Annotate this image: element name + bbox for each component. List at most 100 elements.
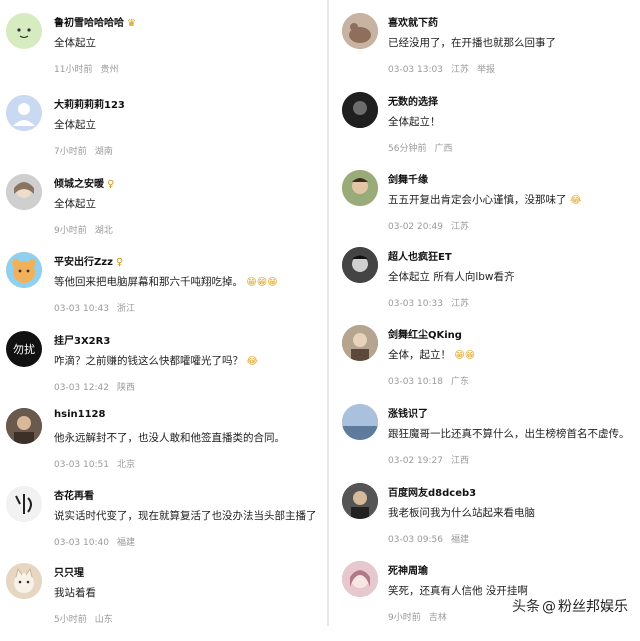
comment-item: 剑舞千缘 五五开复出肯定会小心谨慎，没那味了 😂 03-02 20:49 江苏 — [330, 170, 640, 248]
comment-meta: 5小时前 山东 — [54, 615, 113, 625]
avatar[interactable] — [342, 561, 378, 597]
comment-text: 已经没用了，在开播也就那么回事了 — [388, 37, 556, 49]
comment-meta: 9小时前 吉林 — [388, 613, 447, 623]
comment-meta: 03-03 13:03 江苏 举报 — [388, 65, 495, 75]
portrait-photo-icon — [6, 408, 42, 444]
avatar[interactable] — [6, 563, 42, 599]
avatar[interactable] — [6, 174, 42, 210]
comment-text: 全体起立 — [54, 198, 96, 210]
grin-emoji-icon: 😁😁😁 — [246, 277, 278, 288]
comment-text: 全体起立 — [54, 37, 96, 49]
avatar[interactable] — [342, 483, 378, 519]
comment-text: 我站着看 — [54, 587, 96, 599]
commenter-name[interactable]: 超人也疯狂ET — [388, 248, 452, 263]
crown-icon: ♛ — [127, 18, 136, 29]
commenter-name[interactable]: 死神周瑜 — [388, 562, 428, 577]
source-watermark: 头条 @ 粉丝邦娱乐 — [512, 599, 628, 615]
avatar[interactable] — [342, 247, 378, 283]
commenter-name[interactable]: 喜欢就下药 — [388, 14, 438, 29]
commenter-name[interactable]: 杏花再看 — [54, 487, 94, 502]
avatar[interactable] — [342, 170, 378, 206]
comment-text: 跟狂魔哥一比还真不算什么，出生榜榜首名不虚传。 — [388, 428, 630, 440]
comment-item: 只只瑆 我站着看 5小时前 山东 — [0, 563, 326, 641]
comment-meta: 03-03 12:42 陕西 — [54, 383, 135, 393]
cat-photo-icon — [6, 563, 42, 599]
comment-meta: 03-03 10:33 江苏 — [388, 299, 469, 309]
comment-text: 咋滴？之前赚的钱这么快都嚯嚯光了吗？ 😂 — [54, 355, 259, 367]
man-photo-icon — [342, 483, 378, 519]
comment-meta: 56分钟前 广西 — [388, 144, 453, 154]
commenter-name[interactable]: 大莉莉莉莉123 — [54, 96, 125, 111]
column-divider — [327, 0, 329, 626]
comment-meta: 7小时前 湖南 — [54, 147, 113, 157]
avatar[interactable] — [6, 95, 42, 131]
report-link[interactable]: 举报 — [477, 65, 495, 75]
commenter-name[interactable]: 只只瑆 — [54, 564, 84, 579]
comment-item: 无数的选择 全体起立！ 56分钟前 广西 — [330, 92, 640, 170]
dark-photo-icon — [342, 92, 378, 128]
avatar[interactable] — [6, 486, 42, 522]
pin-icon: ♀ — [107, 179, 115, 190]
avatar[interactable] — [342, 13, 378, 49]
avatar[interactable] — [342, 404, 378, 440]
avatar[interactable] — [6, 252, 42, 288]
commenter-name[interactable]: 剑舞红尘QKing — [388, 326, 462, 341]
avatar[interactable] — [342, 92, 378, 128]
comment-item: 倾城之安暖 ♀ 全体起立 9小时前 湖北 — [0, 174, 326, 252]
pin-icon: ♀ — [115, 257, 124, 268]
man-photo-icon — [342, 247, 378, 283]
comment-item: 超人也疯狂ET 全体起立 所有人向lbw看齐 03-03 10:33 江苏 — [330, 247, 640, 325]
avatar[interactable] — [342, 325, 378, 361]
comment-meta: 03-02 20:49 江苏 — [388, 222, 469, 232]
default-user-icon — [6, 95, 42, 131]
avatar[interactable] — [6, 408, 42, 444]
girl-photo-icon — [6, 174, 42, 210]
comment-meta: 9小时前 湖北 — [54, 226, 113, 236]
right-comment-column: 喜欢就下药 已经没用了，在开播也就那么回事了 03-03 13:03 江苏 举报 无… — [330, 0, 640, 626]
commenter-name[interactable]: 倾城之安暖 ♀ — [54, 175, 114, 190]
laugh-emoji-icon: 😂 — [569, 195, 582, 206]
commenter-name[interactable]: 剑舞千缘 — [388, 171, 428, 186]
comment-item: 大莉莉莉莉123 全体起立 7小时前 湖南 — [0, 95, 326, 173]
comment-text: 我老板问我为什么站起来看电脑 — [388, 507, 535, 519]
laugh-emoji-icon: 😂 — [246, 356, 259, 367]
commenter-name[interactable]: hsin1128 — [54, 409, 105, 420]
comment-meta: 03-03 09:56 福建 — [388, 535, 469, 545]
comment-item: 喜欢就下药 已经没用了，在开播也就那么回事了 03-03 13:03 江苏 举报 — [330, 13, 640, 91]
commenter-name[interactable]: 挂尸3X2R3 — [54, 332, 110, 347]
comment-item: 勿扰 挂尸3X2R3 咋滴？之前赚的钱这么快都嚯嚯光了吗？ 😂 03-03 12… — [0, 331, 326, 409]
commenter-name[interactable]: 鲁初雪哈哈哈哈 ♛ — [54, 14, 136, 29]
comment-item: 平安出行Zzz ♀ 等他回来把电脑屏幕和那六千吨翔吃掉。 😁😁😁 03-03 10… — [0, 252, 326, 330]
commenter-name[interactable]: 涨钱识了 — [388, 405, 428, 420]
comment-text: 五五开复出肯定会小心谨慎，没那味了 😂 — [388, 194, 582, 206]
left-comment-column: 鲁初雪哈哈哈哈 ♛ 全体起立 11小时前 贵州 大莉莉莉莉123 全体起立 7小时前… — [0, 0, 326, 626]
calligraphy-image-icon — [6, 486, 42, 522]
comment-meta: 03-02 19:27 江西 — [388, 456, 469, 466]
comment-item: 剑舞红尘QKing 全体，起立！ 😁😁 03-03 10:18 广东 — [330, 325, 640, 403]
cartoon-face-icon — [6, 13, 42, 49]
anime-girl-icon — [342, 561, 378, 597]
comment-meta: 11小时前 贵州 — [54, 65, 119, 75]
comment-page: 鲁初雪哈哈哈哈 ♛ 全体起立 11小时前 贵州 大莉莉莉莉123 全体起立 7小时前… — [0, 0, 640, 626]
bear-cartoon-icon — [6, 252, 42, 288]
man-photo-icon — [342, 170, 378, 206]
comment-text: 他永远解封不了，也没人敢和他签直播类的合同。 — [54, 432, 285, 444]
commenter-name[interactable]: 百度网友d8dceb3 — [388, 484, 476, 499]
comment-item: 百度网友d8dceb3 我老板问我为什么站起来看电脑 03-03 09:56 福建 — [330, 483, 640, 561]
comment-meta: 03-03 10:43 浙江 — [54, 304, 135, 314]
avatar[interactable] — [6, 13, 42, 49]
sky-landscape-icon — [342, 404, 378, 440]
comment-text: 全体起立 — [54, 119, 96, 131]
comment-text: 等他回来把电脑屏幕和那六千吨翔吃掉。 😁😁😁 — [54, 276, 278, 288]
commenter-name[interactable]: 平安出行Zzz ♀ — [54, 253, 123, 268]
comment-item: 涨钱识了 跟狂魔哥一比还真不算什么，出生榜榜首名不虚传。 03-02 19:27… — [330, 404, 640, 482]
comment-meta: 03-03 10:40 福建 — [54, 538, 135, 548]
commenter-name[interactable]: 无数的选择 — [388, 93, 438, 108]
comment-text: 笑死，还真有人信他 没开挂啊 — [388, 585, 528, 597]
comment-item: 鲁初雪哈哈哈哈 ♛ 全体起立 11小时前 贵州 — [0, 13, 326, 91]
comment-text: 说实话时代变了，现在就算复活了也没办法当头部主播了 — [54, 510, 317, 522]
grin-emoji-icon: 😁😁 — [454, 350, 476, 361]
avatar[interactable]: 勿扰 — [6, 331, 42, 367]
comment-meta: 03-03 10:51 北京 — [54, 460, 135, 470]
animal-photo-icon — [342, 13, 378, 49]
